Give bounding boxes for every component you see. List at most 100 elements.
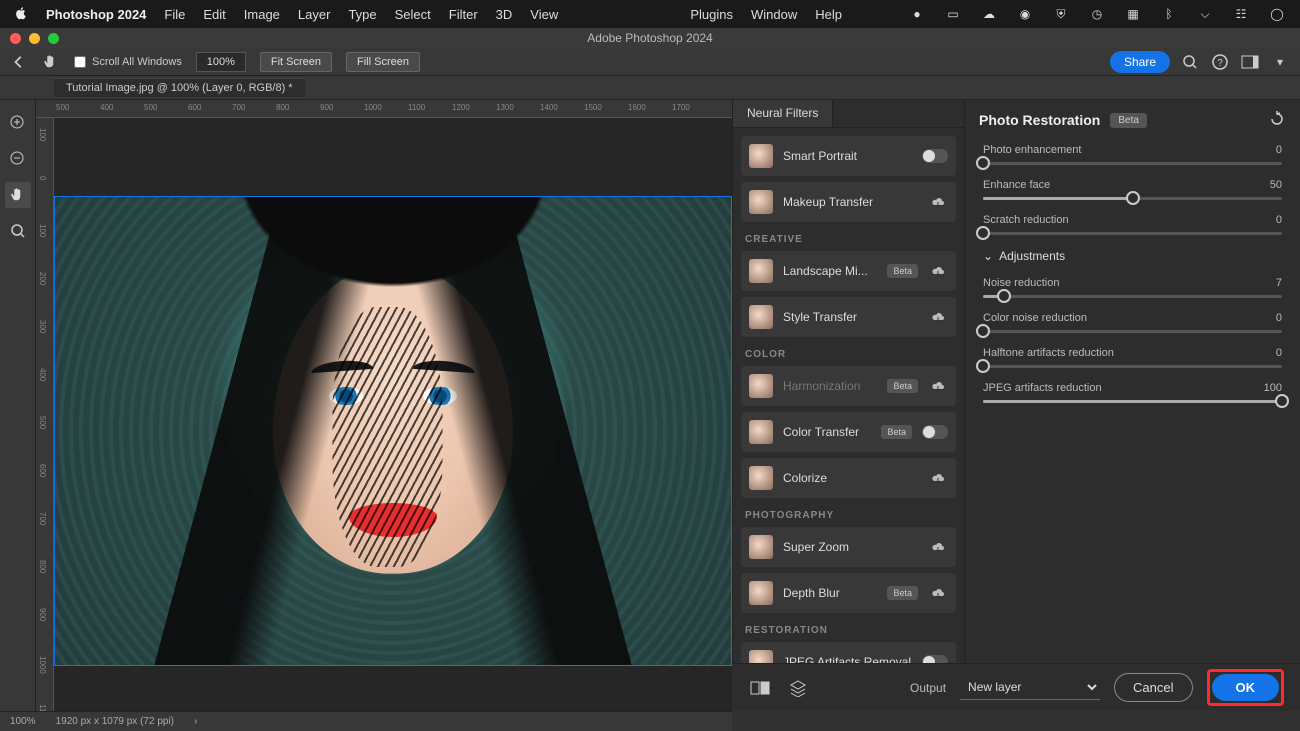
canvas[interactable] <box>54 118 732 711</box>
menu-filter[interactable]: Filter <box>449 7 478 22</box>
menu-plugins[interactable]: Plugins <box>690 7 733 22</box>
download-icon[interactable] <box>928 261 948 281</box>
download-icon[interactable] <box>928 583 948 603</box>
menu-select[interactable]: Select <box>395 7 431 22</box>
menu-view[interactable]: View <box>530 7 558 22</box>
filter-thumb-icon <box>749 535 773 559</box>
workspace-dropdown-icon[interactable]: ▾ <box>1270 52 1290 72</box>
clock-icon[interactable]: ◷ <box>1088 5 1106 23</box>
download-icon[interactable] <box>928 307 948 327</box>
slider-track[interactable] <box>983 197 1282 200</box>
layers-icon[interactable] <box>786 676 810 700</box>
status-chevron-icon[interactable]: › <box>194 716 197 727</box>
output-select[interactable]: New layer <box>960 675 1100 700</box>
minimize-window-button[interactable] <box>29 33 40 44</box>
shield-icon[interactable]: ⛨ <box>1052 5 1070 23</box>
document-tab[interactable]: Tutorial Image.jpg @ 100% (Layer 0, RGB/… <box>54 78 305 97</box>
slider-thumb[interactable] <box>976 359 990 373</box>
help-icon[interactable]: ? <box>1210 52 1230 72</box>
slider-track[interactable] <box>983 232 1282 235</box>
filter-item[interactable]: Smart Portrait <box>741 136 956 176</box>
zoom-out-tool-icon[interactable] <box>5 146 31 172</box>
filter-item[interactable]: Super Zoom <box>741 527 956 567</box>
cloud-icon[interactable]: ☁ <box>980 5 998 23</box>
slider-group: JPEG artifacts reduction100 <box>983 382 1282 403</box>
zoom-tool-button[interactable] <box>5 218 31 244</box>
download-icon[interactable] <box>928 376 948 396</box>
tool-palette <box>0 100 36 711</box>
filter-item[interactable]: HarmonizationBeta <box>741 366 956 406</box>
filter-thumb-icon <box>749 374 773 398</box>
maximize-window-button[interactable] <box>48 33 59 44</box>
bluetooth-icon[interactable]: ᛒ <box>1160 5 1178 23</box>
download-icon[interactable] <box>928 537 948 557</box>
ok-button-highlight: OK <box>1207 669 1285 706</box>
slider-thumb[interactable] <box>976 156 990 170</box>
beta-badge: Beta <box>887 379 918 393</box>
download-icon[interactable] <box>928 192 948 212</box>
apple-logo-icon[interactable] <box>14 6 28 23</box>
cc-sync-icon[interactable]: ◉ <box>1016 5 1034 23</box>
search-icon[interactable] <box>1180 52 1200 72</box>
user-icon[interactable]: ◯ <box>1268 5 1286 23</box>
slider-thumb[interactable] <box>1126 191 1140 205</box>
menu-3d[interactable]: 3D <box>496 7 513 22</box>
adjustments-header[interactable]: ⌄Adjustments <box>983 249 1282 263</box>
slider-track[interactable] <box>983 330 1282 333</box>
filter-toggle[interactable] <box>922 149 948 163</box>
filter-item[interactable]: Depth BlurBeta <box>741 573 956 613</box>
options-bar: Scroll All Windows Fit Screen Fill Scree… <box>0 48 1300 76</box>
filter-toggle[interactable] <box>922 425 948 439</box>
neural-filters-tab[interactable]: Neural Filters <box>733 100 833 127</box>
slider-thumb[interactable] <box>976 226 990 240</box>
slider-label: Enhance face <box>983 179 1050 191</box>
filter-item[interactable]: Color TransferBeta <box>741 412 956 452</box>
close-window-button[interactable] <box>10 33 21 44</box>
chevron-down-icon: ⌄ <box>983 249 993 263</box>
menu-window[interactable]: Window <box>751 7 797 22</box>
slider-track[interactable] <box>983 295 1282 298</box>
workspace-icon[interactable] <box>1240 52 1260 72</box>
app-indicator-icon[interactable]: ▦ <box>1124 5 1142 23</box>
menu-layer[interactable]: Layer <box>298 7 331 22</box>
share-button[interactable]: Share <box>1110 51 1170 73</box>
menu-image[interactable]: Image <box>244 7 280 22</box>
document-tab-bar: Tutorial Image.jpg @ 100% (Layer 0, RGB/… <box>0 76 1300 100</box>
hand-tool-button[interactable] <box>5 182 31 208</box>
back-button[interactable] <box>10 53 28 71</box>
cancel-button[interactable]: Cancel <box>1114 673 1192 702</box>
record-icon[interactable]: ● <box>908 5 926 23</box>
wifi-icon[interactable]: ⌵ <box>1196 5 1214 23</box>
control-center-icon[interactable]: ☷ <box>1232 5 1250 23</box>
slider-track[interactable] <box>983 162 1282 165</box>
zoom-in-tool-icon[interactable] <box>5 110 31 136</box>
filter-item[interactable]: Landscape Mi...Beta <box>741 251 956 291</box>
fill-screen-button[interactable]: Fill Screen <box>346 52 420 72</box>
slider-thumb[interactable] <box>997 289 1011 303</box>
zoom-input[interactable] <box>196 52 246 72</box>
window-titlebar: Adobe Photoshop 2024 <box>0 28 1300 48</box>
filter-thumb-icon <box>749 420 773 444</box>
filter-thumb-icon <box>749 581 773 605</box>
scroll-all-windows-checkbox[interactable]: Scroll All Windows <box>74 56 182 68</box>
slider-value: 0 <box>1276 144 1282 156</box>
fit-screen-button[interactable]: Fit Screen <box>260 52 332 72</box>
slider-track[interactable] <box>983 365 1282 368</box>
screen-icon[interactable]: ▭ <box>944 5 962 23</box>
download-icon[interactable] <box>928 468 948 488</box>
preview-toggle-icon[interactable] <box>748 676 772 700</box>
slider-label: Halftone artifacts reduction <box>983 347 1114 359</box>
filter-item[interactable]: Style Transfer <box>741 297 956 337</box>
reset-icon[interactable] <box>1268 110 1286 131</box>
menu-help[interactable]: Help <box>815 7 842 22</box>
slider-track[interactable] <box>983 400 1282 403</box>
slider-thumb[interactable] <box>1275 394 1289 408</box>
filter-item[interactable]: Makeup Transfer <box>741 182 956 222</box>
slider-thumb[interactable] <box>976 324 990 338</box>
menu-file[interactable]: File <box>164 7 185 22</box>
filter-item[interactable]: Colorize <box>741 458 956 498</box>
menu-type[interactable]: Type <box>348 7 376 22</box>
menu-edit[interactable]: Edit <box>203 7 225 22</box>
ok-button[interactable]: OK <box>1212 674 1280 701</box>
filter-category-header: CREATIVE <box>745 234 952 245</box>
